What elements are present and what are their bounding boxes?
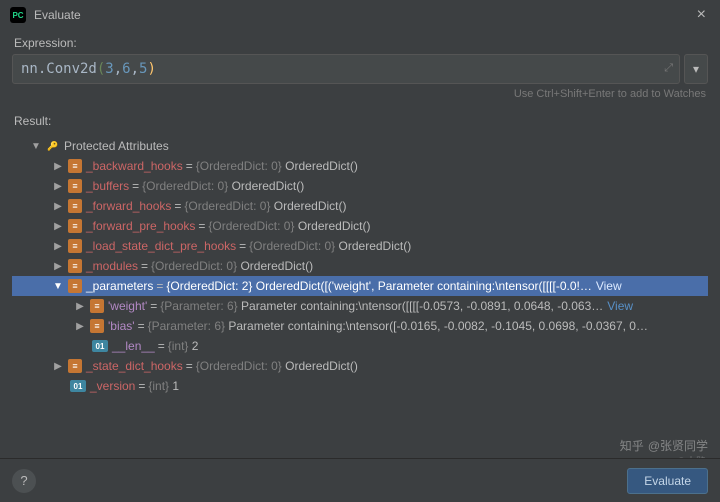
evaluate-button[interactable]: Evaluate	[627, 468, 708, 494]
tree-row-len[interactable]: 01 __len__ = {int} 2	[12, 336, 708, 356]
tree-row[interactable]: ▶≡_buffers={OrderedDict: 0} OrderedDict(…	[12, 176, 708, 196]
chevron-right-icon[interactable]: ▶	[52, 241, 64, 252]
tree-row[interactable]: ▶≡_forward_pre_hooks={OrderedDict: 0} Or…	[12, 216, 708, 236]
bottom-bar: ? Evaluate	[0, 458, 720, 502]
tree-row-bias[interactable]: ▶ ≡ 'bias' = {Parameter: 6} Parameter co…	[12, 316, 708, 336]
expand-icon[interactable]: ⤢	[664, 61, 673, 75]
tree-root[interactable]: ▼ 🔑 Protected Attributes	[12, 136, 708, 156]
key-icon: 🔑	[46, 139, 60, 153]
shortcut-hint: Use Ctrl+Shift+Enter to add to Watches	[0, 84, 720, 108]
window-title: Evaluate	[34, 8, 693, 22]
tree-row-version[interactable]: 01 _version = {int} 1	[12, 376, 708, 396]
view-link[interactable]: View	[607, 299, 633, 313]
expression-row: nn.Conv2d(3, 6, 5) ⤢ ▾	[0, 54, 720, 84]
tree-row[interactable]: ▶≡_load_state_dict_pre_hooks={OrderedDic…	[12, 236, 708, 256]
field-icon: ≡	[68, 279, 82, 293]
tree-row[interactable]: ▶≡_backward_hooks={OrderedDict: 0} Order…	[12, 156, 708, 176]
result-label: Result:	[0, 108, 720, 132]
tree-row[interactable]: ▶≡_modules={OrderedDict: 0} OrderedDict(…	[12, 256, 708, 276]
watermark: 知乎 @张贤同学	[620, 437, 708, 454]
expression-label: Expression:	[0, 30, 720, 54]
field-icon: ≡	[68, 159, 82, 173]
chevron-right-icon[interactable]: ▶	[52, 221, 64, 232]
int-icon: 01	[92, 340, 108, 352]
field-icon: ≡	[68, 359, 82, 373]
result-tree[interactable]: ▼ 🔑 Protected Attributes ▶≡_backward_hoo…	[12, 132, 708, 422]
chevron-right-icon[interactable]: ▶	[74, 301, 86, 312]
history-dropdown[interactable]: ▾	[684, 54, 708, 84]
chevron-down-icon[interactable]: ▼	[52, 281, 64, 292]
expression-input[interactable]: nn.Conv2d(3, 6, 5) ⤢	[12, 54, 680, 84]
field-icon: ≡	[68, 179, 82, 193]
chevron-right-icon[interactable]: ▶	[52, 161, 64, 172]
chevron-down-icon[interactable]: ▼	[30, 141, 42, 152]
field-icon: ≡	[68, 239, 82, 253]
field-icon: ≡	[90, 319, 104, 333]
chevron-right-icon[interactable]: ▶	[52, 181, 64, 192]
tree-row[interactable]: ▶≡_forward_hooks={OrderedDict: 0} Ordere…	[12, 196, 708, 216]
chevron-right-icon[interactable]: ▶	[52, 361, 64, 372]
view-link[interactable]: View	[596, 279, 622, 293]
tree-row[interactable]: ▶≡_state_dict_hooks={OrderedDict: 0} Ord…	[12, 356, 708, 376]
field-icon: ≡	[68, 219, 82, 233]
chevron-right-icon[interactable]: ▶	[74, 321, 86, 332]
help-button[interactable]: ?	[12, 469, 36, 493]
pycharm-icon: PC	[10, 7, 26, 23]
tree-row-weight[interactable]: ▶ ≡ 'weight' = {Parameter: 6} Parameter …	[12, 296, 708, 316]
int-icon: 01	[70, 380, 86, 392]
field-icon: ≡	[68, 199, 82, 213]
chevron-right-icon[interactable]: ▶	[52, 261, 64, 272]
field-icon: ≡	[90, 299, 104, 313]
tree-row-parameters[interactable]: ▼ ≡ _parameters = {OrderedDict: 2} Order…	[12, 276, 708, 296]
close-icon[interactable]: ×	[693, 6, 710, 24]
titlebar: PC Evaluate ×	[0, 0, 720, 30]
chevron-right-icon[interactable]: ▶	[52, 201, 64, 212]
field-icon: ≡	[68, 259, 82, 273]
result-area: ▼ 🔑 Protected Attributes ▶≡_backward_hoo…	[0, 132, 720, 422]
